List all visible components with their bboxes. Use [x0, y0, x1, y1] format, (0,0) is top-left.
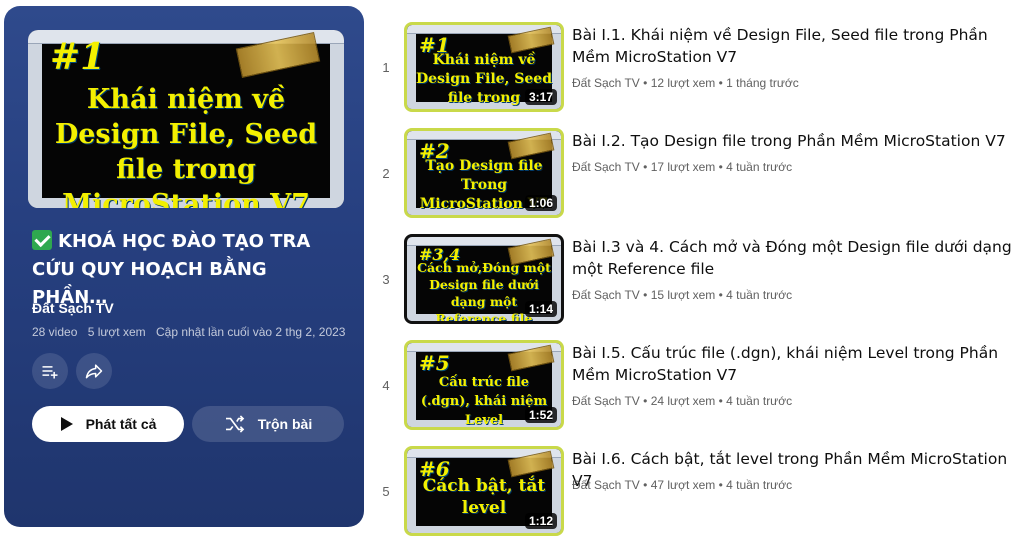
video-age: 1 tháng trước — [726, 76, 799, 90]
video-channel[interactable]: Đất Sạch TV — [572, 394, 640, 408]
video-index: 5 — [382, 484, 390, 499]
play-all-label: Phát tất cả — [85, 416, 157, 432]
video-age: 4 tuần trước — [726, 288, 793, 302]
video-title[interactable]: Bài I.3 và 4. Cách mở và Đóng một Design… — [572, 236, 1012, 280]
view-count: 5 lượt xem — [87, 325, 146, 339]
video-index: 4 — [382, 378, 390, 393]
playlist-video-row[interactable]: 1 #1 Khái niệm về Design File, Seed file… — [372, 8, 1022, 112]
video-views: 15 lượt xem — [650, 288, 716, 302]
thumbnail-art: #1 Khái niệm về Design File, Seed file t… — [28, 30, 344, 208]
video-thumbnail[interactable]: #6 Cách bật, tắt level 1:12 — [404, 446, 564, 536]
video-age: 4 tuần trước — [726, 394, 793, 408]
playlist-thumbnail[interactable]: #1 Khái niệm về Design File, Seed file t… — [28, 30, 344, 208]
video-channel[interactable]: Đất Sạch TV — [572, 478, 640, 492]
video-index: 2 — [382, 166, 390, 181]
video-title[interactable]: Bài I.1. Khái niệm về Design File, Seed … — [572, 24, 1012, 68]
video-meta: Đất Sạch TV • 12 lượt xem • 1 tháng trướ… — [572, 76, 799, 90]
video-views: 47 lượt xem — [650, 478, 716, 492]
playlist-header-panel: #1 Khái niệm về Design File, Seed file t… — [4, 6, 364, 527]
shuffle-label: Trộn bài — [257, 416, 313, 432]
playlist-video-row[interactable]: 4 #5 Cấu trúc file (.dgn), khái niệm Lev… — [372, 326, 1022, 430]
share-button[interactable] — [76, 353, 112, 389]
video-title[interactable]: Bài I.2. Tạo Design file trong Phần Mềm … — [572, 130, 1012, 152]
video-thumbnail[interactable]: #5 Cấu trúc file (.dgn), khái niệm Level… — [404, 340, 564, 430]
playlist-video-row[interactable]: 5 #6 Cách bật, tắt level 1:12 Bài I.6. C… — [372, 432, 1022, 536]
video-views: 12 lượt xem — [650, 76, 716, 90]
check-mark-icon — [32, 230, 52, 250]
video-duration: 1:06 — [524, 195, 557, 211]
play-all-button[interactable]: Phát tất cả — [32, 406, 184, 442]
video-duration: 1:14 — [524, 301, 557, 317]
video-count: 28 video — [32, 325, 78, 339]
video-views: 24 lượt xem — [650, 394, 716, 408]
video-duration: 3:17 — [524, 89, 557, 105]
last-updated: Cập nhật lần cuối vào 2 thg 2, 2023 — [155, 325, 346, 339]
video-duration: 1:12 — [524, 513, 557, 529]
thumbnail-number: #5 — [419, 351, 450, 375]
video-meta: Đất Sạch TV • 47 lượt xem • 4 tuần trước — [572, 478, 793, 492]
video-age: 4 tuần trước — [726, 478, 793, 492]
video-channel[interactable]: Đất Sạch TV — [572, 76, 640, 90]
save-playlist-button[interactable] — [32, 353, 68, 389]
playlist-video-row[interactable]: 3 #3,4 Cách mở,Đóng một Design file dưới… — [372, 220, 1022, 324]
video-title[interactable]: Bài I.5. Cấu trúc file (.dgn), khái niệm… — [572, 342, 1012, 386]
playlist-channel-link[interactable]: Đất Sạch TV — [32, 300, 114, 316]
shuffle-button[interactable]: Trộn bài — [192, 406, 344, 442]
playlist-video-row[interactable]: 2 #2 Tạo Design file Trong MicroStation … — [372, 114, 1022, 218]
video-meta: Đất Sạch TV • 17 lượt xem • 4 tuần trước — [572, 160, 793, 174]
playlist-stats: 28 video 5 lượt xem Cập nhật lần cuối và… — [32, 325, 352, 339]
video-age: 4 tuần trước — [726, 160, 793, 174]
shuffle-icon — [225, 415, 245, 433]
video-views: 17 lượt xem — [650, 160, 716, 174]
video-index: 3 — [382, 272, 390, 287]
video-channel[interactable]: Đất Sạch TV — [572, 160, 640, 174]
thumbnail-overlay-text: Khái niệm về Design File, Seed file tron… — [54, 84, 318, 208]
video-duration: 1:52 — [524, 407, 557, 423]
video-meta: Đất Sạch TV • 15 lượt xem • 4 tuần trước — [572, 288, 793, 302]
video-thumbnail[interactable]: #2 Tạo Design file Trong MicroStation V7… — [404, 128, 564, 218]
share-icon — [85, 364, 103, 379]
thumbnail-number: #1 — [50, 36, 106, 78]
add-to-queue-icon — [42, 366, 58, 379]
video-thumbnail[interactable]: #3,4 Cách mở,Đóng một Design file dưới d… — [404, 234, 564, 324]
video-channel[interactable]: Đất Sạch TV — [572, 288, 640, 302]
play-icon — [60, 417, 73, 431]
playlist-title-text: KHOÁ HỌC ĐÀO TẠO TRA CỨU QUY HOẠCH BẰNG … — [32, 231, 311, 308]
video-thumbnail[interactable]: #1 Khái niệm về Design File, Seed file t… — [404, 22, 564, 112]
video-meta: Đất Sạch TV • 24 lượt xem • 4 tuần trước — [572, 394, 793, 408]
video-index: 1 — [382, 60, 390, 75]
